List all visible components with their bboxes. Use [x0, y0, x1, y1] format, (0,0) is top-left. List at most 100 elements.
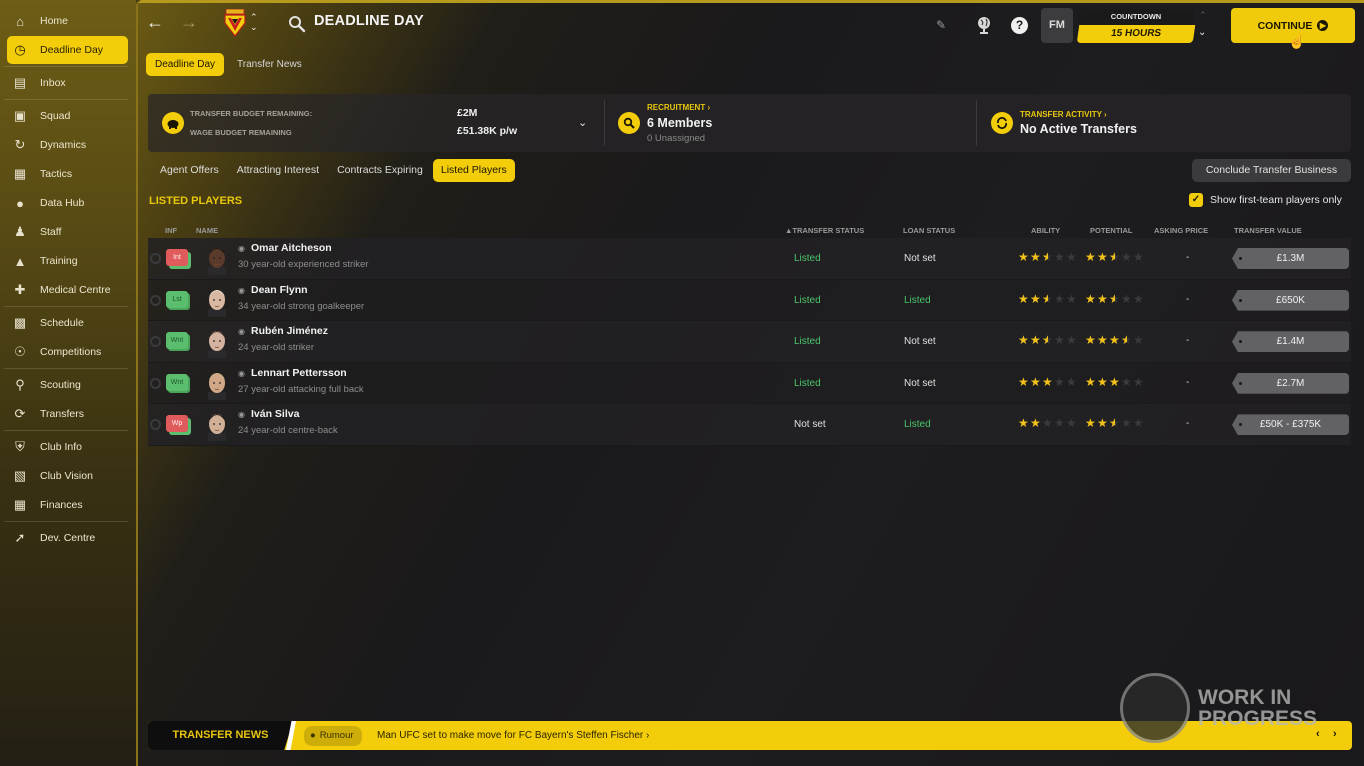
- transfer-value-tag[interactable]: £1.4M: [1232, 331, 1349, 353]
- table-row[interactable]: Int ◉ Omar Aitcheson 30 year-old experien…: [148, 238, 1351, 280]
- row-select-radio[interactable]: [150, 336, 161, 348]
- star-icon: ★★: [1121, 333, 1132, 348]
- first-team-only-toggle[interactable]: ✓ Show first-team players only: [1189, 193, 1342, 207]
- filter-tab-agent-offers[interactable]: Agent Offers: [152, 159, 227, 182]
- sidebar-item-training[interactable]: ▲ Training: [7, 247, 128, 275]
- sidebar-item-dev-centre[interactable]: ➚ Dev. Centre: [7, 524, 128, 552]
- sidebar-item-dynamics[interactable]: ↻ Dynamics: [7, 131, 128, 159]
- player-name-link[interactable]: ◉ Lennart Pettersson: [238, 367, 347, 379]
- help-icon[interactable]: ?: [1011, 17, 1028, 34]
- chevron-down-icon[interactable]: ⌄: [1198, 27, 1206, 38]
- sidebar-item-deadline-day[interactable]: ◷ Deadline Day: [7, 36, 128, 64]
- column-header-transfer-status[interactable]: ▲TRANSFER STATUS: [785, 226, 864, 235]
- rumour-label: Rumour: [319, 730, 354, 741]
- potential-stars: ★★★★★★★★: [1085, 293, 1144, 305]
- transfer-icon: ⟳: [14, 406, 26, 421]
- sidebar-item-label: Inbox: [40, 77, 66, 89]
- club-badge-icon[interactable]: [224, 9, 246, 37]
- sidebar-item-scouting[interactable]: ⚲ Scouting: [7, 371, 128, 399]
- table-row[interactable]: Wnt ◉ Rubén Jiménez 24 year-old striker L…: [148, 321, 1351, 363]
- column-header-inf[interactable]: INF: [165, 226, 177, 235]
- sidebar-item-label: Club Info: [40, 441, 83, 453]
- sidebar-item-competitions[interactable]: ☉ Competitions: [7, 338, 128, 366]
- sidebar-item-transfers[interactable]: ⟳ Transfers: [7, 400, 128, 428]
- sidebar-item-data-hub[interactable]: ● Data Hub: [7, 189, 128, 217]
- row-select-radio[interactable]: [150, 419, 161, 431]
- sidebar-item-tactics[interactable]: ▦ Tactics: [7, 160, 128, 188]
- table-row[interactable]: Wnt ◉ Lennart Pettersson 27 year-old atta…: [148, 362, 1351, 405]
- player-name-link[interactable]: ◉ Omar Aitcheson: [238, 242, 332, 254]
- sidebar-item-staff[interactable]: ♟ Staff: [7, 218, 128, 246]
- globe-icon[interactable]: [976, 16, 992, 34]
- transfer-value-tag[interactable]: £650K: [1232, 289, 1349, 311]
- filter-tab-listed-players[interactable]: Listed Players: [432, 159, 515, 182]
- filter-tab-attracting-interest[interactable]: Attracting Interest: [229, 159, 327, 182]
- sidebar-item-schedule[interactable]: ▩ Schedule: [7, 309, 128, 337]
- column-header-potential[interactable]: POTENTIAL: [1090, 226, 1133, 235]
- star-icon: ★★: [1018, 250, 1029, 264]
- transfer-activity-link[interactable]: TRANSFER ACTIVITY ›: [1020, 110, 1107, 119]
- news-headline-link[interactable]: Man UFC set to make move for FC Bayern's…: [377, 721, 649, 750]
- sidebar-item-home[interactable]: ⌂ Home: [7, 7, 128, 35]
- star-icon: ★★: [1109, 291, 1120, 306]
- chevron-left-icon[interactable]: ‹: [1316, 728, 1320, 740]
- transfer-value-tag[interactable]: £50K - £375K: [1232, 414, 1349, 436]
- conclude-transfer-business-button[interactable]: Conclude Transfer Business: [1192, 159, 1351, 182]
- star-icon: ★★: [1085, 374, 1096, 389]
- search-icon[interactable]: [288, 15, 306, 33]
- chevron-down-icon[interactable]: ⌄: [578, 116, 587, 129]
- player-name-link[interactable]: ◉ Dean Flynn: [238, 284, 308, 296]
- star-icon: ★: [1121, 291, 1132, 306]
- sidebar-divider: [4, 368, 128, 369]
- sidebar-item-club-vision[interactable]: ▧ Club Vision: [7, 462, 128, 490]
- tab-transfer-news[interactable]: Transfer News: [228, 53, 311, 76]
- column-header-loan-status[interactable]: LOAN STATUS: [903, 226, 955, 235]
- player-name-link[interactable]: ◉ Iván Silva: [238, 408, 299, 420]
- chevron-right-icon[interactable]: ›: [1333, 728, 1337, 740]
- fm-menu-button[interactable]: FM: [1041, 8, 1073, 43]
- row-select-radio[interactable]: [150, 253, 161, 264]
- chevron-up-icon[interactable]: ⌃: [1199, 10, 1207, 21]
- player-name-link[interactable]: ◉ Rubén Jiménez: [238, 325, 328, 337]
- sidebar-item-label: Medical Centre: [40, 284, 111, 296]
- pencil-icon[interactable]: ✎: [936, 18, 946, 32]
- sidebar-item-inbox[interactable]: ▤ Inbox: [7, 69, 128, 97]
- column-header-asking-price[interactable]: ASKING PRICE: [1154, 226, 1208, 235]
- column-header-transfer-value[interactable]: TRANSFER VALUE: [1234, 226, 1302, 235]
- star-icon: ★: [1066, 333, 1077, 348]
- piggy-bank-icon: [162, 112, 184, 134]
- back-arrow-icon[interactable]: ←: [146, 12, 166, 32]
- rumour-badge: ● Rumour: [304, 726, 362, 746]
- transfer-value-tag[interactable]: £1.3M: [1232, 248, 1349, 269]
- recruitment-link[interactable]: RECRUITMENT ›: [647, 103, 710, 112]
- summary-panel: TRANSFER BUDGET REMAINING: WAGE BUDGET R…: [148, 94, 1351, 152]
- sidebar-item-finances[interactable]: ▦ Finances: [7, 491, 128, 519]
- tab-deadline-day[interactable]: Deadline Day: [146, 53, 225, 76]
- column-header-ability[interactable]: ABILITY: [1031, 226, 1060, 235]
- column-header-name[interactable]: NAME: [196, 226, 218, 235]
- player-description: 24 year-old centre-back: [238, 425, 338, 437]
- transfer-cycle-icon: [991, 112, 1013, 134]
- budget-summary[interactable]: TRANSFER BUDGET REMAINING: WAGE BUDGET R…: [148, 94, 604, 152]
- club-switch-icon[interactable]: ⌃ ⌄: [250, 12, 260, 32]
- sidebar-item-label: Competitions: [40, 346, 102, 358]
- sidebar-item-squad[interactable]: ▣ Squad: [7, 102, 128, 130]
- checkbox-checked-icon[interactable]: ✓: [1189, 193, 1203, 207]
- potential-stars: ★★★★★★★★: [1085, 251, 1144, 263]
- asking-price: -: [1186, 293, 1190, 305]
- row-select-radio[interactable]: [150, 294, 161, 306]
- star-icon: ★: [1133, 291, 1144, 306]
- forward-arrow-icon[interactable]: →: [180, 12, 200, 32]
- star-icon: ★★: [1085, 250, 1096, 264]
- ability-stars: ★★★★★★★★: [1018, 293, 1077, 305]
- row-select-radio[interactable]: [150, 377, 161, 389]
- table-row[interactable]: Wp ◉ Iván Silva 24 year-old centre-back N…: [148, 404, 1351, 446]
- transfer-activity-value: No Active Transfers: [1020, 122, 1137, 136]
- countdown-widget[interactable]: COUNTDOWN 15 HOURS: [1076, 9, 1196, 44]
- transfer-value-tag[interactable]: £2.7M: [1232, 372, 1349, 394]
- filter-tab-contracts-expiring[interactable]: Contracts Expiring: [329, 159, 431, 182]
- sidebar-item-club-info[interactable]: ⛨ Club Info: [7, 433, 128, 461]
- sidebar-item-medical-centre[interactable]: ✚ Medical Centre: [7, 276, 128, 304]
- table-row[interactable]: Lst ◉ Dean Flynn 34 year-old strong goalk…: [148, 279, 1351, 322]
- player-description: 27 year-old attacking full back: [238, 383, 364, 395]
